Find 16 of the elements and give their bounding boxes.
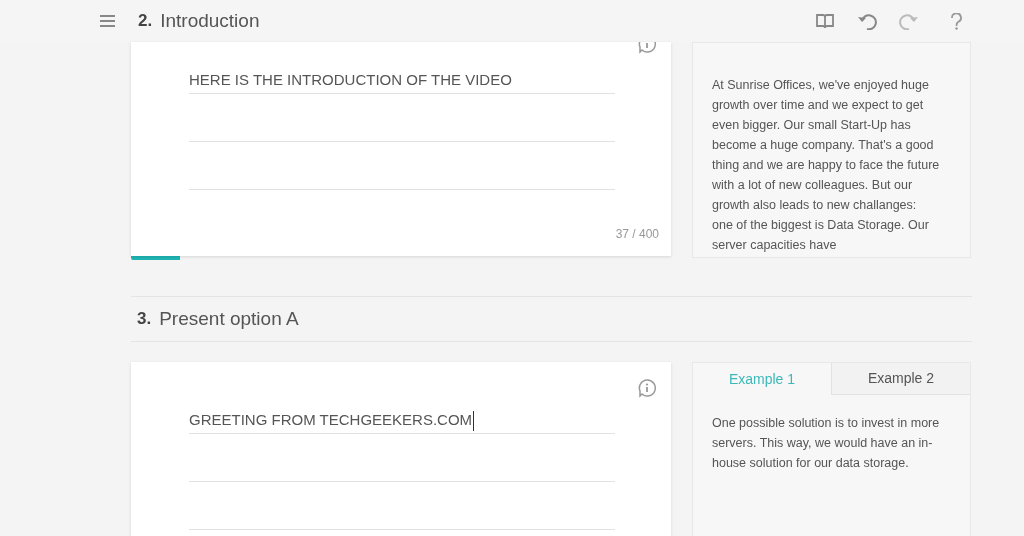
section-title: Introduction (160, 8, 260, 33)
book-icon[interactable] (815, 13, 835, 29)
help-icon[interactable] (951, 12, 962, 30)
section-number: 2. (138, 10, 153, 33)
menu-icon[interactable] (100, 15, 115, 27)
example-tab[interactable]: Example 2 (831, 363, 970, 395)
section-title: Present option A (159, 306, 299, 331)
redo-icon[interactable] (899, 12, 919, 30)
input-field[interactable]: GREETING FROM TECHGEEKERS.COM (189, 410, 615, 434)
section-number: 3. (137, 308, 152, 331)
example-text: One possible solution is to invest in more servers. This way, we would have an in-house solution for our data storage. (711, 415, 941, 472)
info-icon[interactable] (637, 378, 657, 398)
example-text: At Sunrise Offices, we've enjoyed huge growth over time and we expect to get even bigger. Our small Start-Up has become a huge company. That's a good thing and we are happy to face the future with a lot of new colleagues. But our growth also leads to new challanges: one of the biggest is Data Storage. Our server capacities have (711, 77, 941, 254)
undo-icon[interactable] (857, 12, 877, 30)
input-field[interactable]: HERE IS THE INTRODUCTION OF THE VIDEO (189, 70, 615, 94)
character-counter: 37 / 400 (615, 226, 659, 243)
